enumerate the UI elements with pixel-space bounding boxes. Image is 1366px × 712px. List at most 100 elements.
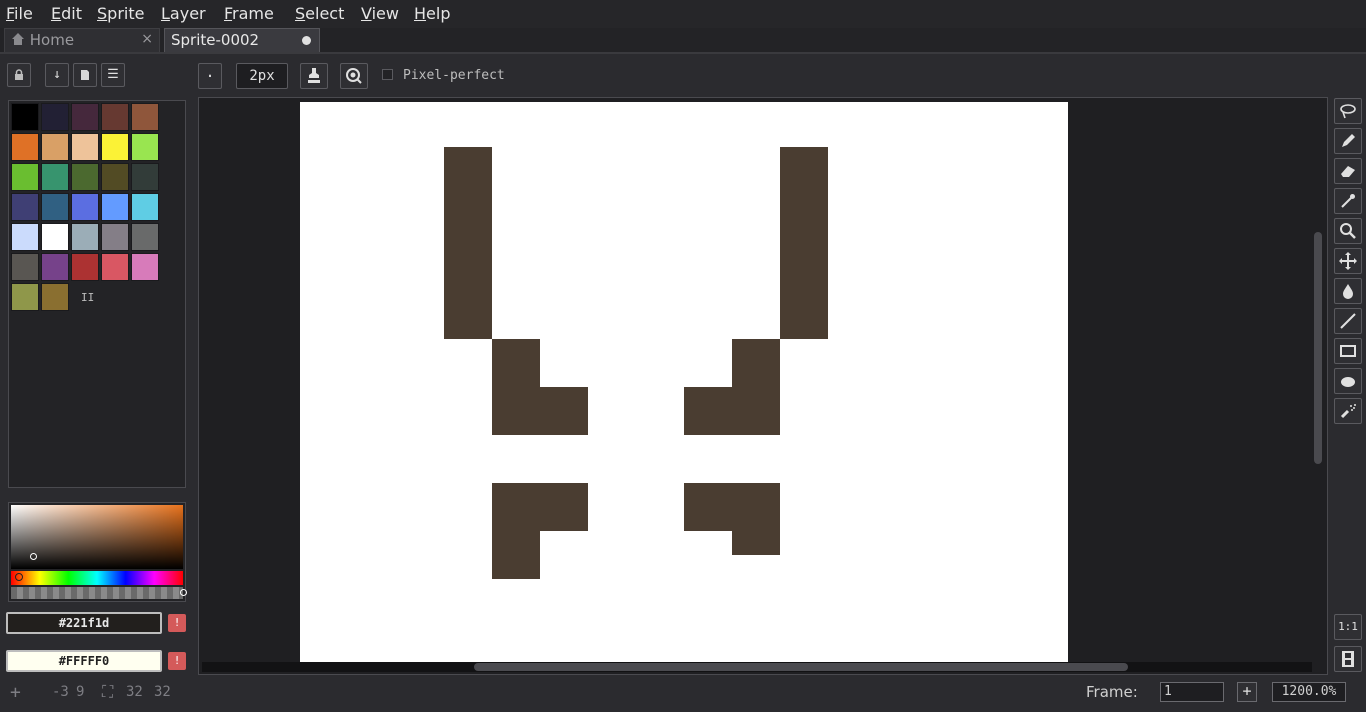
lasso-tool-button[interactable] [1334, 98, 1362, 124]
palette-swatch[interactable] [11, 193, 39, 221]
fg-warning-icon[interactable]: ! [168, 614, 186, 632]
palette-swatch[interactable] [41, 253, 69, 281]
palette-swatch[interactable] [11, 223, 39, 251]
palette-swatch[interactable] [131, 193, 159, 221]
timeline-button[interactable] [1334, 646, 1362, 672]
palette-swatch[interactable] [71, 103, 99, 131]
palette-swatch[interactable] [131, 163, 159, 191]
palette-swatch[interactable] [101, 133, 129, 161]
pixel-perfect-label: Pixel-perfect [403, 68, 505, 83]
menu-file[interactable]: File [6, 4, 33, 23]
palette-swatch[interactable] [71, 163, 99, 191]
move-tool-button[interactable] [1334, 248, 1362, 274]
saturation-value-field[interactable] [11, 505, 183, 569]
menu-select[interactable]: Select [295, 4, 344, 23]
new-sprite-button[interactable] [73, 63, 97, 87]
palette-swatch[interactable] [71, 193, 99, 221]
pixel-perfect-checkbox[interactable] [382, 69, 393, 80]
zoom-tool-button[interactable] [1334, 218, 1362, 244]
ellipse-tool-button[interactable] [1334, 368, 1362, 394]
pixel-block [684, 483, 780, 531]
eyedropper-tool-button[interactable] [1334, 188, 1362, 214]
palette-swatch[interactable] [41, 193, 69, 221]
palette-swatch[interactable] [131, 223, 159, 251]
pixel-block [540, 387, 588, 435]
palette-swatch[interactable] [41, 223, 69, 251]
actual-size-button[interactable]: 1:1 [1334, 614, 1362, 640]
palette-swatch[interactable] [41, 163, 69, 191]
pixel-block [444, 147, 492, 339]
lock-button[interactable] [7, 63, 31, 87]
menu-bar: File Edit Sprite Layer Frame Select View… [0, 0, 1366, 28]
palette-swatch[interactable] [101, 253, 129, 281]
palette-swatch[interactable] [11, 103, 39, 131]
menu-help[interactable]: Help [414, 4, 450, 23]
color-picker [8, 502, 187, 602]
pixel-block [492, 339, 540, 435]
pencil-tool-button[interactable] [1334, 128, 1362, 154]
palette-swatch[interactable] [131, 103, 159, 131]
brush-shape-button[interactable]: · [198, 63, 222, 89]
pressure-button[interactable] [340, 63, 368, 89]
pixel-block [684, 387, 732, 435]
cursor-position-icon: + [10, 682, 21, 703]
palette-swatch[interactable] [41, 283, 69, 311]
move-down-button[interactable]: ↓ [45, 63, 69, 87]
palette-swatch[interactable] [131, 133, 159, 161]
alpha-slider[interactable] [11, 587, 183, 599]
horizontal-scrollbar[interactable] [474, 663, 1128, 671]
add-frame-button[interactable]: + [1237, 682, 1257, 702]
foreground-color-field[interactable]: #221f1d [6, 612, 162, 634]
rectangle-tool-button[interactable] [1334, 338, 1362, 364]
pixel-block [492, 483, 588, 531]
close-icon[interactable]: × [141, 31, 153, 47]
menu-edit[interactable]: Edit [51, 4, 82, 23]
sprite-editor[interactable] [198, 97, 1328, 675]
sprite-size-icon: ⛶ [102, 682, 114, 701]
palette-swatch[interactable] [71, 253, 99, 281]
modified-dot-icon[interactable] [302, 36, 311, 45]
pause-icon[interactable]: II [81, 291, 94, 304]
menu-sprite[interactable]: Sprite [97, 4, 144, 23]
cursor-x: -3 [52, 684, 69, 700]
bg-warning-icon[interactable]: ! [168, 652, 186, 670]
hue-handle[interactable] [15, 573, 23, 581]
frame-input[interactable]: 1 [1160, 682, 1224, 702]
palette-swatch[interactable] [11, 163, 39, 191]
background-color-field[interactable]: #FFFFF0 [6, 650, 162, 672]
alpha-handle[interactable] [180, 589, 187, 596]
menu-view[interactable]: View [361, 4, 399, 23]
palette-swatch[interactable] [101, 223, 129, 251]
sprite-canvas[interactable] [300, 102, 1068, 662]
palette-swatch[interactable] [71, 133, 99, 161]
menu-layer[interactable]: Layer [161, 4, 206, 23]
zoom-icon [1340, 223, 1356, 239]
palette-swatch[interactable] [101, 163, 129, 191]
palette-swatch[interactable] [11, 283, 39, 311]
hue-slider[interactable] [11, 571, 183, 585]
palette-swatch[interactable] [41, 103, 69, 131]
tab-sprite[interactable]: Sprite-0002 [164, 28, 320, 52]
palette-swatch[interactable] [41, 133, 69, 161]
vertical-scrollbar[interactable] [1314, 232, 1322, 464]
pixel-block [780, 147, 828, 339]
line-tool-button[interactable] [1334, 308, 1362, 334]
options-menu-button[interactable]: ☰ [101, 63, 125, 87]
spray-tool-button[interactable] [1334, 398, 1362, 424]
eyedropper-icon [1341, 194, 1355, 208]
palette-swatch[interactable] [101, 103, 129, 131]
palette-swatch[interactable] [101, 193, 129, 221]
ink-button[interactable] [300, 63, 328, 89]
palette-swatch[interactable] [11, 133, 39, 161]
fill-tool-button[interactable] [1334, 278, 1362, 304]
menu-frame[interactable]: Frame [224, 4, 274, 23]
zoom-level[interactable]: 1200.0% [1272, 682, 1346, 702]
sv-handle[interactable] [30, 553, 37, 560]
rectangle-icon [1340, 345, 1356, 357]
brush-size-input[interactable]: 2px [236, 63, 288, 89]
eraser-tool-button[interactable] [1334, 158, 1362, 184]
tab-home[interactable]: Home × [4, 28, 160, 52]
palette-swatch[interactable] [71, 223, 99, 251]
palette-swatch[interactable] [11, 253, 39, 281]
palette-swatch[interactable] [131, 253, 159, 281]
